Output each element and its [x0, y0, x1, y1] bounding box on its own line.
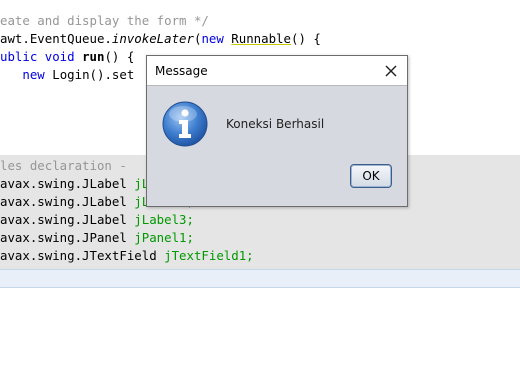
- declaration-type: avax.swing.JPanel: [0, 230, 135, 245]
- dialog-title: Message: [155, 64, 208, 78]
- info-icon: [162, 101, 208, 147]
- declaration-variable: jTextField1;: [164, 248, 254, 263]
- declaration-type: avax.swing.JLabel: [0, 194, 135, 209]
- declaration-line: avax.swing.JPanel jPanel1;: [0, 229, 194, 247]
- declaration-line: avax.swing.JLabel jLabel3;: [0, 211, 194, 229]
- code-token: awt.EventQueue.: [0, 31, 112, 46]
- method-token: run: [82, 49, 105, 64]
- code-line-3: ublic void run() {: [0, 48, 134, 66]
- code-line-5: les declaration -: [0, 157, 127, 175]
- dialog-titlebar[interactable]: Message: [147, 56, 407, 86]
- keyword-token: ublic void: [0, 49, 75, 64]
- close-icon: [385, 65, 397, 77]
- declaration-type: avax.swing.JLabel: [0, 212, 135, 227]
- close-button[interactable]: [381, 61, 401, 81]
- declaration-variable: jPanel1;: [134, 230, 194, 245]
- code-line-4: new Login().set: [0, 66, 134, 84]
- comment-text: les declaration -: [0, 158, 127, 173]
- code-line-1: eate and display the form */: [0, 12, 209, 30]
- keyword-token: new: [22, 67, 45, 82]
- declaration-variable: jLabel3;: [134, 212, 194, 227]
- code-token: Login().set: [44, 67, 135, 82]
- code-line-2: awt.EventQueue.invokeLater(new Runnable(…: [0, 30, 321, 48]
- method-token: invokeLater: [111, 31, 194, 46]
- current-line-highlight: [0, 269, 520, 288]
- dialog-message: Koneksi Berhasil: [226, 117, 325, 131]
- type-token: Runnable: [231, 31, 291, 46]
- declaration-line: avax.swing.JTextField jTextField1;: [0, 247, 254, 265]
- declaration-type: avax.swing.JLabel: [0, 176, 135, 191]
- message-dialog: Message Koneksi Berhasil OK: [146, 55, 408, 207]
- keyword-token: new: [201, 31, 224, 46]
- declaration-type: avax.swing.JTextField: [0, 248, 165, 263]
- code-token: () {: [104, 49, 135, 64]
- ok-button[interactable]: OK: [350, 164, 392, 188]
- code-token: () {: [290, 31, 321, 46]
- comment-text: eate and display the form */: [0, 13, 209, 28]
